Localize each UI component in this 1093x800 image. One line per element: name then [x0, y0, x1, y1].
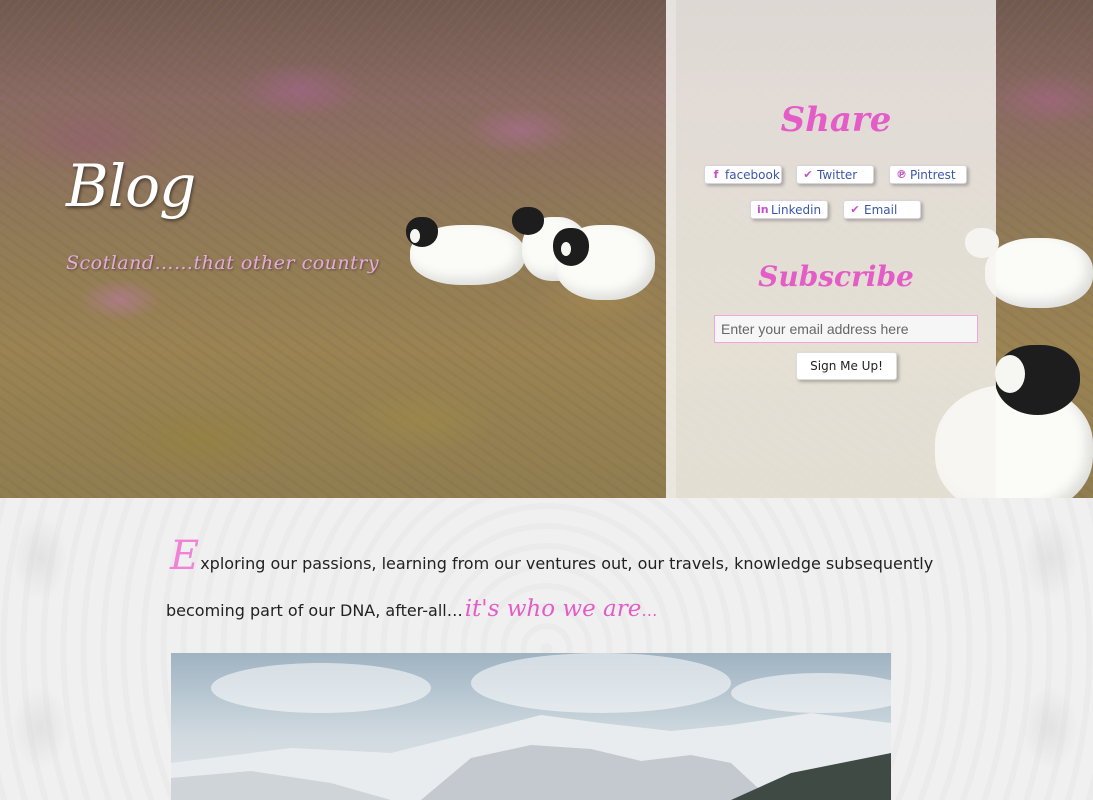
email-share-button[interactable]: ✔ Email — [843, 200, 921, 219]
main-content: E xploring our passions, learning from o… — [0, 498, 1093, 800]
page-title: Blog — [66, 152, 196, 220]
share-heading: Share — [780, 100, 892, 140]
email-share-label: Email — [864, 202, 898, 217]
email-input[interactable] — [714, 315, 978, 343]
twitter-share-button[interactable]: ✔ Twitter — [796, 165, 874, 184]
linkedin-share-label: Linkedin — [771, 202, 822, 217]
drop-cap: E — [170, 533, 200, 579]
tagline-ellipsis: … — [641, 601, 658, 620]
twitter-icon: ✔ — [803, 168, 813, 181]
facebook-share-label: facebook — [725, 167, 780, 182]
facebook-icon: f — [713, 168, 719, 181]
page-subtitle: Scotland……that other country — [66, 252, 380, 274]
intro-text-1: xploring our passions, learning from our… — [200, 554, 934, 573]
tagline: it's who we are — [464, 596, 642, 622]
intro-paragraph-line-1: E xploring our passions, learning from o… — [170, 536, 933, 576]
intro-paragraph-line-2: becoming part of our DNA, after-all… it'… — [166, 596, 657, 622]
pinterest-share-label: Pintrest — [910, 167, 956, 182]
twitter-share-label: Twitter — [817, 167, 858, 182]
facebook-share-button[interactable]: f facebook — [704, 165, 782, 184]
intro-text-2: becoming part of our DNA, after-all… — [166, 601, 463, 620]
sidebar-panel: Share f facebook ✔ Twitter ℗ Pintrest in… — [666, 0, 996, 498]
pinterest-share-button[interactable]: ℗ Pintrest — [889, 165, 967, 184]
sign-up-button[interactable]: Sign Me Up! — [796, 352, 897, 380]
sheep-image-1 — [400, 215, 530, 285]
linkedin-icon: in — [757, 203, 769, 216]
linkedin-share-button[interactable]: in Linkedin — [750, 200, 828, 219]
email-icon: ✔ — [850, 203, 860, 216]
pinterest-icon: ℗ — [896, 168, 907, 181]
subscribe-heading: Subscribe — [758, 260, 914, 293]
sheep-image-3 — [545, 220, 655, 300]
mountain-painting-image — [171, 653, 891, 800]
